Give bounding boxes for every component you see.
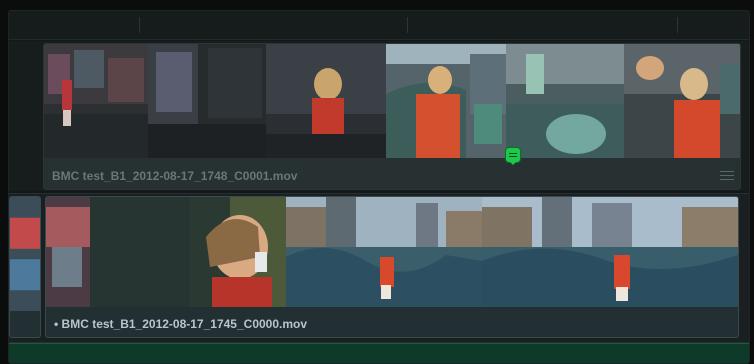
clip-thumbnails bbox=[46, 197, 738, 307]
clip-thumbnail bbox=[482, 197, 738, 307]
timeline-clip-partial[interactable] bbox=[9, 196, 41, 338]
clip-thumbnail bbox=[44, 44, 148, 158]
comment-marker-icon[interactable] bbox=[506, 148, 520, 165]
clip-thumbnail bbox=[624, 44, 740, 158]
video-track-upper: BMC test_B1_2012-08-17_1748_C0001.mov bbox=[9, 41, 749, 191]
menu-icon[interactable] bbox=[720, 171, 734, 181]
clip-thumbnail bbox=[506, 44, 624, 158]
clip-name: • BMC test_B1_2012-08-17_1745_C0000.mov bbox=[54, 317, 308, 331]
clip-thumbnail bbox=[10, 197, 40, 311]
timeline-ruler[interactable] bbox=[9, 11, 749, 40]
audio-track[interactable] bbox=[9, 343, 749, 363]
clip-thumbnail bbox=[386, 44, 506, 158]
clip-thumbnail bbox=[46, 197, 90, 307]
timeline-panel: BMC test_B1_2012-08-17_1748_C0001.mov • … bbox=[8, 10, 750, 364]
timeline-clip-selected[interactable]: • BMC test_B1_2012-08-17_1745_C0000.mov bbox=[45, 196, 739, 338]
clip-thumbnails bbox=[44, 44, 740, 158]
clip-thumbnails bbox=[10, 197, 40, 311]
clip-thumbnail bbox=[148, 44, 266, 158]
clip-thumbnail bbox=[286, 197, 482, 307]
clip-name: BMC test_B1_2012-08-17_1748_C0001.mov bbox=[52, 169, 298, 183]
ruler-tick bbox=[407, 17, 408, 33]
timeline-clip[interactable]: BMC test_B1_2012-08-17_1748_C0001.mov bbox=[43, 43, 741, 190]
clip-thumbnail bbox=[266, 44, 386, 158]
ruler-tick bbox=[139, 17, 140, 33]
clip-thumbnail bbox=[90, 197, 286, 307]
video-track-lower: • BMC test_B1_2012-08-17_1745_C0000.mov bbox=[9, 193, 749, 343]
ruler-tick bbox=[677, 17, 678, 33]
